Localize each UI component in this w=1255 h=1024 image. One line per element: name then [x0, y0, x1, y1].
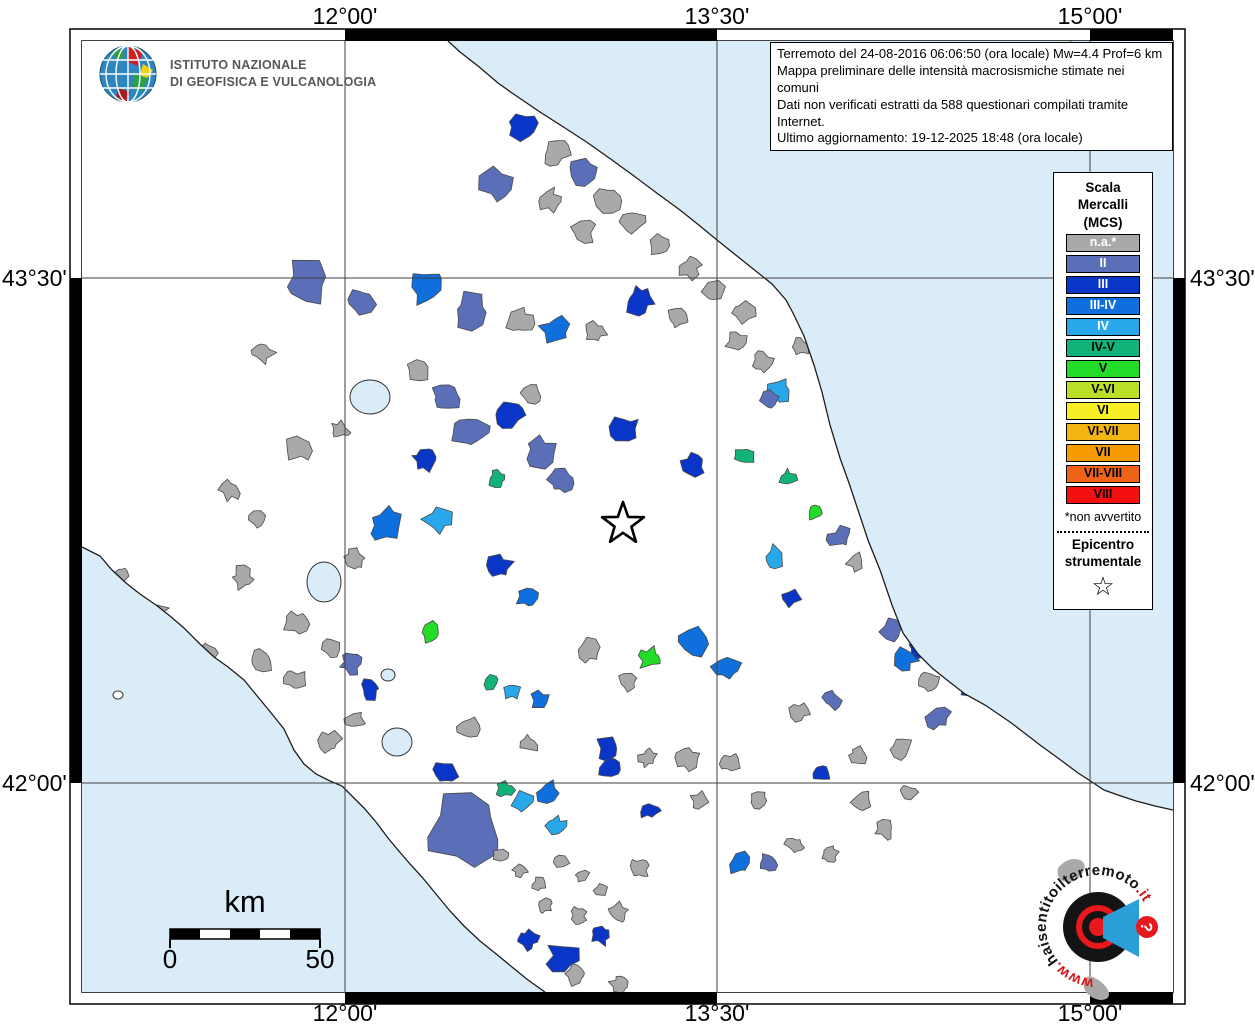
lake: [349, 379, 391, 415]
event-info-box: Terremoto del 24-08-2016 06:06:50 (ora l…: [770, 42, 1173, 152]
scale-bar-end: 50: [305, 944, 335, 974]
municipality-III: [608, 416, 639, 442]
legend-entries: n.a.* II III III-IV IV IV-V V V-VI VI VI-VII VII VI…: [1054, 233, 1152, 504]
legend-star-icon: ☆: [1091, 570, 1115, 601]
scale-bar-start: 0: [162, 944, 178, 974]
axis-label-left: 43°30': [2, 265, 67, 291]
lake: [381, 727, 413, 757]
legend-entry-VII-VIII: VII-VIII: [1066, 464, 1140, 483]
ingv-logo-text: ISTITUTO NAZIONALE DI GEOFISICA E VULCAN…: [170, 57, 376, 91]
axis-label-right: 42°00': [1190, 770, 1255, 796]
legend-entry-V-VI: V-VI: [1066, 380, 1140, 399]
axis-label-bottom: 13°30': [684, 1000, 750, 1024]
ingv-line2: DI GEOFISICA E VULCANOLOGIA: [170, 75, 377, 89]
ingv-globe-icon: [99, 45, 157, 103]
legend-entry-V: V: [1066, 359, 1140, 378]
legend-entry-IV: IV: [1066, 317, 1140, 336]
municipality-n.a.*: [492, 848, 510, 862]
ingv-logo: ISTITUTO NAZIONALE DI GEOFISICA E VULCAN…: [98, 44, 376, 104]
event-title: Terremoto del 24-08-2016 06:06:50 (ora l…: [777, 46, 1163, 61]
event-update-time: Ultimo aggiornamento: 19-12-2025 18:48 (…: [777, 130, 1083, 146]
municipality-n.a.*: [629, 859, 650, 877]
municipality-n.a.*: [406, 359, 429, 382]
event-source-note: Dati non verificati estratti da 588 ques…: [777, 96, 1129, 129]
legend-entry-III-IV: III-IV: [1066, 296, 1140, 315]
municipality-IV-V: [733, 448, 755, 463]
legend-box: Scala Mercalli (MCS) n.a.* II III III-IV IV I…: [1053, 172, 1153, 610]
axis-label-left: 42°00': [2, 770, 67, 796]
axis-label-top: 15°00': [1057, 3, 1123, 29]
ingv-line1: ISTITUTO NAZIONALE: [170, 58, 307, 73]
legend-divider: [1057, 530, 1149, 533]
island: [112, 690, 124, 700]
axis-label-top: 13°30': [684, 3, 750, 29]
legend-entry-IV-V: IV-V: [1066, 338, 1140, 357]
legend-footnote: *non avvertito: [1064, 509, 1142, 524]
axis-label-bottom: 15°00': [1057, 1000, 1123, 1024]
event-subtitle: Mappa preliminare delle intensità macros…: [777, 62, 1125, 95]
axis-label-bottom: 12°00': [312, 1000, 378, 1024]
legend-entry-VII: VII: [1066, 443, 1140, 462]
lake: [380, 668, 396, 682]
legend-entry-VI: VI: [1066, 401, 1140, 420]
legend-epicenter-label: Epicentro strumentale: [1064, 536, 1142, 569]
question-mark: ?: [1137, 921, 1155, 932]
legend-entry-III: III: [1066, 275, 1140, 294]
legend-entry-n.a.*: n.a.*: [1066, 233, 1140, 252]
legend-entry-VIII: VIII: [1066, 485, 1140, 504]
axis-label-right: 43°30': [1190, 265, 1255, 291]
lake: [306, 561, 342, 603]
axis-label-top: 12°00': [312, 3, 378, 29]
legend-entry-II: II: [1066, 254, 1140, 273]
scale-bar-title: km: [224, 884, 266, 919]
legend-entry-VI-VII: VI-VII: [1066, 422, 1140, 441]
legend-title: Scala Mercalli (MCS): [1077, 180, 1129, 230]
seismic-intensity-map-page: www.haisentitoilterremoto.it ? 12°00' 13°…: [0, 0, 1255, 1024]
